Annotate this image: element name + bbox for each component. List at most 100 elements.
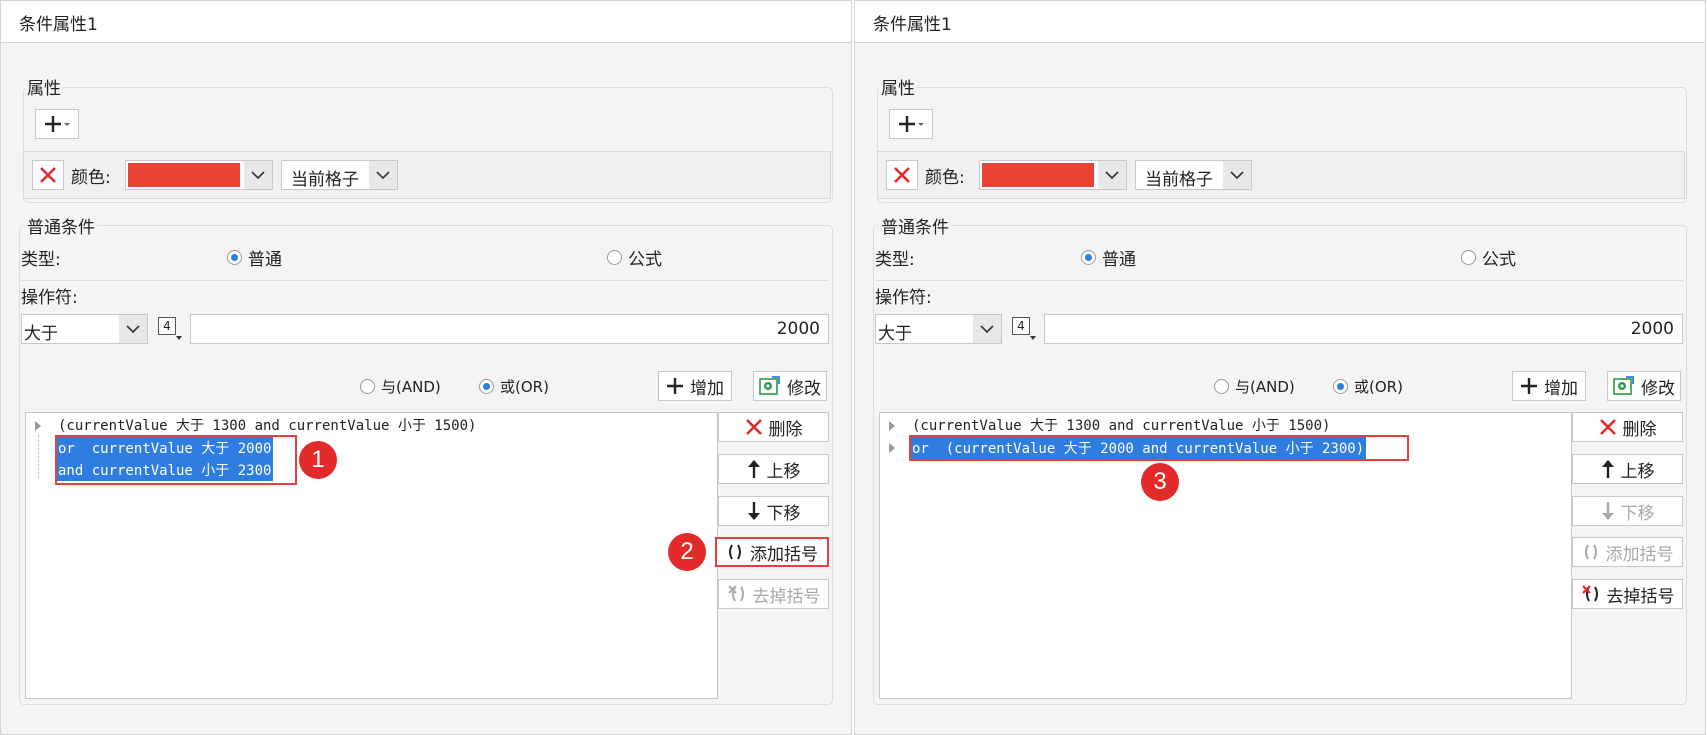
button-label: 上移 — [766, 461, 801, 482]
radio-label: 与(AND) — [1235, 378, 1295, 396]
delete-button[interactable]: 删除 — [718, 412, 829, 442]
or-radio[interactable]: 或(OR) — [479, 376, 549, 397]
remove-parentheses-button[interactable]: 去掉括号 — [1572, 579, 1683, 609]
condition-group-label: 普通条件 — [25, 213, 97, 238]
parentheses-icon — [1584, 544, 1597, 560]
button-label: 去掉括号 — [1606, 586, 1675, 607]
modify-condition-button[interactable]: 修改 — [753, 371, 827, 401]
radio-checked-icon — [1081, 250, 1096, 265]
move-down-button[interactable]: 下移 — [1572, 496, 1683, 526]
expand-icon — [35, 421, 41, 431]
chevron-down-icon — [1223, 161, 1251, 189]
param-value-text: 2000 — [1630, 319, 1674, 339]
operator-value: 大于 — [878, 324, 912, 344]
color-swatch — [982, 163, 1094, 187]
highlight-frame — [909, 435, 1409, 461]
scope-select[interactable]: 当前格子 — [281, 160, 398, 190]
attribute-group-label: 属性 — [25, 74, 63, 99]
color-picker[interactable] — [979, 160, 1127, 190]
add-condition-button[interactable]: 增加 — [1512, 371, 1586, 401]
radio-unchecked-icon — [1461, 250, 1476, 265]
divider — [21, 280, 829, 281]
radio-label: 与(AND) — [381, 378, 441, 396]
param-type-button[interactable]: 4 — [158, 315, 182, 341]
radio-unchecked-icon — [607, 250, 622, 265]
annotation-badge: 1 — [299, 441, 337, 479]
type-formula-radio[interactable]: 公式 — [607, 245, 662, 270]
panel-tab[interactable]: 条件属性1 — [855, 1, 1705, 43]
close-icon — [894, 167, 910, 183]
button-label: 去掉括号 — [752, 586, 821, 607]
dropdown-triangle-icon — [1030, 336, 1036, 340]
add-condition-button[interactable]: 增加 — [658, 371, 732, 401]
chevron-down-icon — [244, 161, 272, 189]
scope-select[interactable]: 当前格子 — [1135, 160, 1252, 190]
radio-checked-icon — [227, 250, 242, 265]
annotation-badge: 2 — [668, 533, 706, 571]
remove-attribute-button[interactable] — [32, 160, 64, 190]
plus-dropdown-icon — [899, 116, 924, 132]
dropdown-triangle-icon — [176, 336, 182, 340]
button-label: 上移 — [1620, 461, 1655, 482]
and-radio[interactable]: 与(AND) — [360, 376, 441, 397]
add-parentheses-button[interactable]: 添加括号 — [715, 537, 829, 567]
number-type-icon: 4 — [1012, 317, 1030, 335]
button-label: 增加 — [1544, 378, 1578, 399]
move-up-button[interactable]: 上移 — [718, 454, 829, 484]
param-value-input[interactable]: 2000 — [190, 314, 829, 344]
arrow-up-icon — [747, 460, 760, 478]
modify-condition-button[interactable]: 修改 — [1607, 371, 1681, 401]
button-label: 添加括号 — [1605, 544, 1674, 565]
remove-parentheses-button[interactable]: 去掉括号 — [718, 579, 829, 609]
operator-select[interactable]: 大于 — [21, 314, 148, 344]
button-label: 删除 — [1622, 419, 1657, 440]
param-value-input[interactable]: 2000 — [1044, 314, 1683, 344]
remove-attribute-button[interactable] — [886, 160, 918, 190]
condition-item[interactable]: (currentValue 大于 1300 and currentValue 小… — [912, 415, 1330, 435]
chevron-down-icon — [1098, 161, 1126, 189]
delete-button[interactable]: 删除 — [1572, 412, 1683, 442]
close-icon — [1599, 419, 1616, 435]
color-label: 颜色: — [71, 168, 111, 188]
parentheses-icon — [729, 544, 741, 560]
type-normal-radio[interactable]: 普通 — [227, 245, 282, 270]
color-picker[interactable] — [125, 160, 273, 190]
move-down-button[interactable]: 下移 — [718, 496, 829, 526]
attribute-group-label: 属性 — [879, 74, 917, 99]
move-up-button[interactable]: 上移 — [1572, 454, 1683, 484]
radio-label: 或(OR) — [500, 378, 549, 396]
color-swatch — [128, 163, 240, 187]
close-icon — [745, 419, 762, 435]
condition-panel-right: 条件属性1 属性 颜色: 当前格子 普通条件 类型: 普通 公式 操作符: 大于… — [854, 0, 1706, 735]
color-label: 颜色: — [925, 168, 965, 188]
arrow-down-icon — [1601, 502, 1614, 520]
scope-value: 当前格子 — [291, 170, 359, 190]
type-normal-radio[interactable]: 普通 — [1081, 245, 1136, 270]
add-attribute-button[interactable] — [35, 109, 79, 139]
operator-label: 操作符: — [875, 288, 932, 308]
or-radio[interactable]: 或(OR) — [1333, 376, 1403, 397]
type-label: 类型: — [875, 250, 915, 270]
arrow-down-icon — [747, 502, 760, 520]
operator-select[interactable]: 大于 — [875, 314, 1002, 344]
add-attribute-button[interactable] — [889, 109, 933, 139]
button-label: 添加括号 — [750, 544, 818, 565]
chevron-down-icon — [369, 161, 397, 189]
arrow-up-icon — [1601, 460, 1614, 478]
add-parentheses-button[interactable]: 添加括号 — [1572, 537, 1683, 567]
radio-label: 公式 — [628, 250, 662, 270]
highlight-frame — [55, 435, 297, 485]
close-icon — [40, 167, 56, 183]
condition-group-label: 普通条件 — [879, 213, 951, 238]
button-label: 修改 — [787, 378, 821, 399]
type-formula-radio[interactable]: 公式 — [1461, 245, 1516, 270]
and-radio[interactable]: 与(AND) — [1214, 376, 1295, 397]
panel-tab[interactable]: 条件属性1 — [1, 1, 851, 43]
condition-panel-left: 条件属性1 属性 颜色: 当前格子 普通条件 类型: 普通 公式 操作符: 大于… — [0, 0, 852, 735]
radio-label: 普通 — [1102, 250, 1136, 270]
param-type-button[interactable]: 4 — [1012, 315, 1036, 341]
annotation-badge: 3 — [1141, 463, 1179, 501]
condition-item[interactable]: (currentValue 大于 1300 and currentValue 小… — [58, 415, 476, 435]
operator-label: 操作符: — [21, 288, 78, 308]
expand-icon — [889, 421, 895, 431]
